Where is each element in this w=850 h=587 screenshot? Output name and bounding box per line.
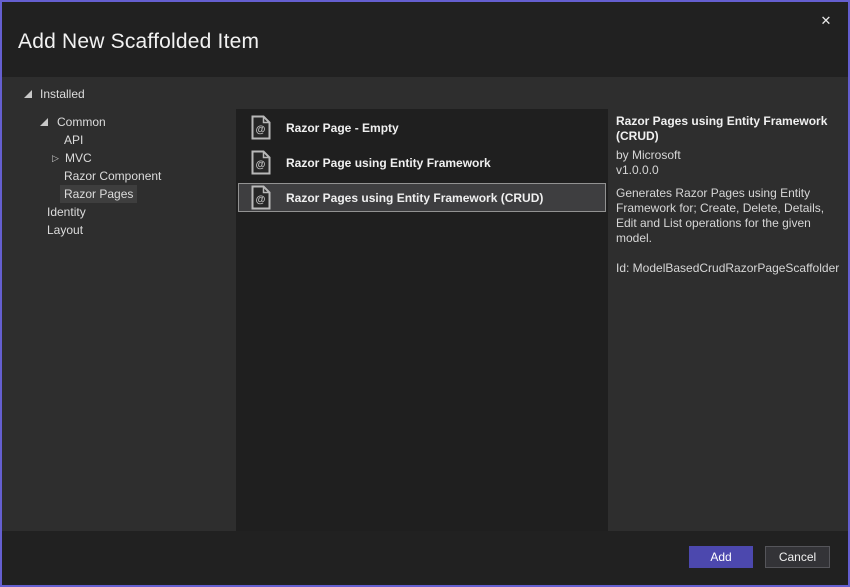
razor-page-icon: @ — [251, 150, 271, 175]
collapse-arrow-icon[interactable] — [24, 90, 32, 98]
list-item-razor-pages-using-entity-framework-crud[interactable]: @ Razor Pages using Entity Framework (CR… — [238, 183, 606, 212]
tree-item-installed[interactable]: Installed — [2, 85, 234, 103]
svg-text:@: @ — [256, 195, 266, 206]
razor-page-icon: @ — [251, 115, 271, 140]
tree-item-label: Installed — [40, 87, 85, 101]
svg-text:@: @ — [256, 125, 266, 136]
details-id: Id: ModelBasedCrudRazorPageScaffolder — [616, 261, 840, 275]
razor-page-icon: @ — [251, 185, 271, 210]
list-item-label: Razor Pages using Entity Framework (CRUD… — [286, 190, 544, 205]
tree-item-label: API — [64, 133, 84, 147]
svg-text:@: @ — [256, 160, 266, 171]
tree-item-razor-pages[interactable]: Razor Pages — [2, 185, 234, 203]
tree-item-label: Identity — [47, 205, 86, 219]
dialog-footer: Add Cancel — [2, 531, 848, 585]
details-panel: Razor Pages using Entity Framework (CRUD… — [616, 114, 844, 276]
tree-item-identity[interactable]: Identity — [2, 203, 234, 221]
razor-page-icon: @ — [251, 185, 271, 210]
title-bar: Add New Scaffolded Item ✕ — [2, 2, 848, 77]
category-tree: Installed Common API MVC Razor Component Razo… — [2, 85, 234, 239]
add-button[interactable]: Add — [689, 546, 753, 568]
collapse-arrow-icon[interactable] — [40, 118, 48, 126]
cancel-button[interactable]: Cancel — [765, 546, 830, 568]
details-title: Razor Pages using Entity Framework (CRUD… — [616, 114, 828, 143]
tree-item-common[interactable]: Common — [2, 113, 234, 131]
tree-item-mvc[interactable]: MVC — [2, 149, 234, 167]
tree-item-label: Razor Component — [64, 169, 162, 183]
dialog-content: Installed Common API MVC Razor Component Razo… — [2, 77, 848, 531]
list-item-razor-page-empty[interactable]: @ Razor Page - Empty — [238, 113, 606, 142]
tree-item-label: Common — [57, 115, 106, 129]
razor-page-icon: @ — [251, 150, 271, 175]
list-item-label: Razor Page using Entity Framework — [286, 155, 491, 170]
list-item-label: Razor Page - Empty — [286, 120, 399, 135]
razor-page-icon: @ — [251, 115, 271, 140]
tree-item-label: Razor Pages — [60, 185, 138, 203]
close-icon[interactable]: ✕ — [814, 9, 838, 33]
list-item-razor-page-using-entity-framework[interactable]: @ Razor Page using Entity Framework — [238, 148, 606, 177]
details-description: Generates Razor Pages using Entity Frame… — [616, 186, 825, 245]
add-scaffolded-item-dialog: Add New Scaffolded Item ✕ Installed Commo… — [0, 0, 850, 587]
tree-item-api[interactable]: API — [2, 131, 234, 149]
tree-item-label: MVC — [65, 151, 92, 165]
details-author: by Microsoft — [616, 148, 681, 162]
tree-item-label: Layout — [47, 223, 84, 237]
dialog-title: Add New Scaffolded Item — [18, 30, 260, 53]
details-version: v1.0.0.0 — [616, 163, 659, 177]
tree-item-layout[interactable]: Layout — [2, 221, 234, 239]
tree-item-razor-component[interactable]: Razor Component — [2, 167, 234, 185]
expand-arrow-icon[interactable] — [52, 149, 59, 167]
scaffold-item-list: @ Razor Page - Empty @ Razor Page using … — [236, 109, 608, 531]
